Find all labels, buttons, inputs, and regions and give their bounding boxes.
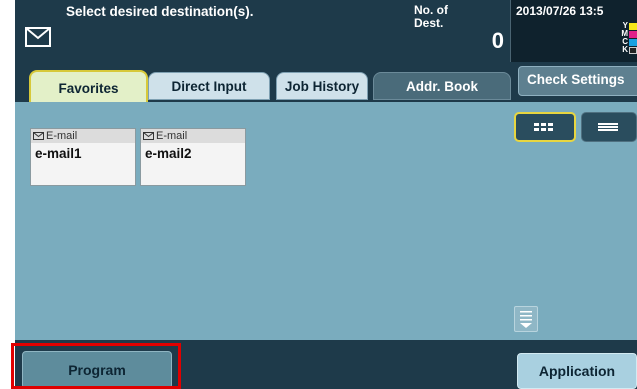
check-settings-button[interactable]: Check Settings [518, 66, 637, 96]
scroll-down-icon [520, 311, 532, 328]
destination-screen: Select desired destination(s). No. of De… [0, 0, 637, 389]
grid-view-icon [534, 123, 553, 131]
tile-type-label: E-mail [46, 130, 78, 142]
destination-tile-email1[interactable]: E-mail e-mail1 [30, 128, 136, 186]
grid-view-button[interactable] [514, 112, 576, 142]
toner-black: K [621, 45, 637, 55]
toner-level-indicator: Y M C K [621, 21, 637, 55]
dest-count-label-line2: Dest. [414, 16, 444, 30]
datetime-display: 2013/07/26 13:5 [516, 4, 604, 18]
dest-count-value: 0 [491, 28, 504, 53]
tile-name: e-mail2 [145, 146, 192, 161]
toner-black-label: K [622, 45, 628, 54]
destination-tile-email2[interactable]: E-mail e-mail2 [140, 128, 246, 186]
tab-job-history[interactable]: Job History [276, 72, 368, 100]
list-view-button[interactable] [581, 112, 637, 142]
instruction-text: Select desired destination(s). [66, 4, 254, 19]
mail-icon [25, 27, 51, 47]
highlight-frame [11, 343, 181, 389]
application-button[interactable]: Application [517, 353, 637, 389]
tile-name: e-mail1 [35, 146, 82, 161]
tab-favorites[interactable]: Favorites [29, 70, 148, 104]
envelope-icon [33, 132, 44, 140]
tab-addr-book[interactable]: Addr. Book [373, 72, 511, 100]
tab-direct-input[interactable]: Direct Input [148, 72, 270, 100]
list-view-icon [598, 123, 618, 131]
tile-type: E-mail [143, 130, 187, 142]
scroll-down-button[interactable] [514, 306, 538, 332]
envelope-icon [143, 132, 154, 140]
tile-type: E-mail [33, 130, 77, 142]
tile-type-label: E-mail [156, 130, 188, 142]
dest-count-label: No. of Dest. [414, 4, 448, 30]
